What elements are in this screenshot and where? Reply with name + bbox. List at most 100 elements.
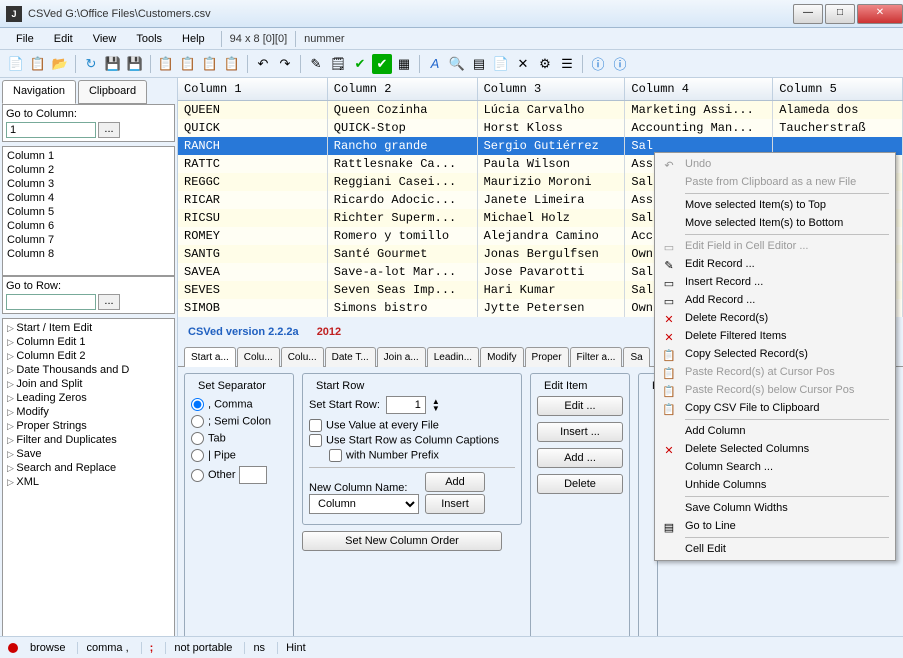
grid-cell[interactable]: Richter Superm... xyxy=(328,209,478,227)
action-tree[interactable]: Start / Item EditColumn Edit 1Column Edi… xyxy=(2,318,175,650)
column-list-item[interactable]: Column 1 xyxy=(5,149,172,163)
refresh-icon[interactable]: ↻ xyxy=(81,54,101,74)
menu-edit[interactable]: Edit xyxy=(46,31,81,47)
bottom-tab[interactable]: Leadin... xyxy=(427,347,479,367)
startrow-input[interactable] xyxy=(386,396,426,414)
ctx-move-bottom[interactable]: Move selected Item(s) to Bottom xyxy=(657,214,893,232)
grid-cell[interactable]: Horst Kloss xyxy=(478,119,626,137)
grid-cell[interactable]: RICAR xyxy=(178,191,328,209)
delete-button[interactable]: Delete xyxy=(537,474,623,494)
doc-icon[interactable]: 📄 xyxy=(491,54,511,74)
set-column-order-button[interactable]: Set New Column Order xyxy=(302,531,502,551)
ctx-delete-columns[interactable]: ✕Delete Selected Columns xyxy=(657,440,893,458)
gear-icon[interactable]: ⚙ xyxy=(535,54,555,74)
grid-cell[interactable]: Jose Pavarotti xyxy=(478,263,626,281)
help-icon[interactable]: ⓘ xyxy=(588,54,608,74)
grid-cell[interactable]: REGGC xyxy=(178,173,328,191)
ctx-delete-records[interactable]: ✕Delete Record(s) xyxy=(657,309,893,327)
tool4-icon[interactable]: 📋 xyxy=(222,54,242,74)
tab-clipboard[interactable]: Clipboard xyxy=(78,80,147,104)
grid-header-cell[interactable]: Column 1 xyxy=(178,78,328,100)
grid-cell[interactable]: Paula Wilson xyxy=(478,155,626,173)
check-icon[interactable]: ✔ xyxy=(350,54,370,74)
grid-cell[interactable]: Ricardo Adocic... xyxy=(328,191,478,209)
edit-icon[interactable]: ✎ xyxy=(306,54,326,74)
bottom-tab[interactable]: Filter a... xyxy=(570,347,623,367)
search-icon[interactable]: 🔍 xyxy=(447,54,467,74)
column-list-item[interactable]: Column 4 xyxy=(5,191,172,205)
tree-item[interactable]: Column Edit 2 xyxy=(5,349,172,363)
bottom-tab[interactable]: Colu... xyxy=(237,347,280,367)
sep-other[interactable]: Other xyxy=(191,464,287,486)
minimize-button[interactable]: — xyxy=(793,4,823,24)
add-column-button[interactable]: Add xyxy=(425,472,485,492)
tree-item[interactable]: Date Thousands and D xyxy=(5,363,172,377)
bottom-tab[interactable]: Modify xyxy=(480,347,523,367)
tree-item[interactable]: Modify xyxy=(5,405,172,419)
column-list-item[interactable]: Column 5 xyxy=(5,205,172,219)
ctx-cell-edit[interactable]: Cell Edit xyxy=(657,540,893,558)
bottom-tab[interactable]: Proper xyxy=(525,347,569,367)
copy-icon[interactable]: 📋 xyxy=(28,54,48,74)
grid-cell[interactable]: Jytte Petersen xyxy=(478,299,626,317)
grid-header-cell[interactable]: Column 2 xyxy=(328,78,478,100)
tree-item[interactable]: Join and Split xyxy=(5,377,172,391)
tree-item[interactable]: Proper Strings xyxy=(5,419,172,433)
sep-semi[interactable]: ; Semi Colon xyxy=(191,413,287,430)
ctx-add-column[interactable]: Add Column xyxy=(657,422,893,440)
tree-item[interactable]: Save xyxy=(5,447,172,461)
grid-cell[interactable]: Rancho grande xyxy=(328,137,478,155)
grid-cell[interactable]: Save-a-lot Mar... xyxy=(328,263,478,281)
sep-other-input[interactable] xyxy=(239,466,267,484)
table-row[interactable]: QUEENQueen CozinhaLúcia CarvalhoMarketin… xyxy=(178,101,903,119)
grid-cell[interactable]: Lúcia Carvalho xyxy=(478,101,626,119)
font-icon[interactable]: A xyxy=(425,54,445,74)
menu-tools[interactable]: Tools xyxy=(128,31,170,47)
sep-tab[interactable]: Tab xyxy=(191,430,287,447)
settings-icon[interactable]: ✕ xyxy=(513,54,533,74)
bottom-tab[interactable]: Join a... xyxy=(377,347,426,367)
goto-column-button[interactable]: ... xyxy=(98,122,120,138)
goto-row-button[interactable]: ... xyxy=(98,294,120,310)
sep-comma[interactable]: , Comma xyxy=(191,396,287,413)
grid-cell[interactable]: RICSU xyxy=(178,209,328,227)
ctx-unhide-columns[interactable]: Unhide Columns xyxy=(657,476,893,494)
tool3-icon[interactable]: 📋 xyxy=(200,54,220,74)
ctx-move-top[interactable]: Move selected Item(s) to Top xyxy=(657,196,893,214)
grid-cell[interactable]: QUICK xyxy=(178,119,328,137)
grid-cell[interactable]: RATTC xyxy=(178,155,328,173)
ctx-copy-csv[interactable]: 📋Copy CSV File to Clipboard xyxy=(657,399,893,417)
grid-cell[interactable]: Accounting Man... xyxy=(625,119,773,137)
save-icon[interactable]: 💾 xyxy=(103,54,123,74)
bottom-tab[interactable]: Date T... xyxy=(325,347,376,367)
ctx-column-search[interactable]: Column Search ... xyxy=(657,458,893,476)
column-list-item[interactable]: Column 8 xyxy=(5,247,172,261)
check2-icon[interactable]: ✔ xyxy=(372,54,392,74)
grid-cell[interactable]: SAVEA xyxy=(178,263,328,281)
grid-cell[interactable]: Santé Gourmet xyxy=(328,245,478,263)
menu-view[interactable]: View xyxy=(85,31,125,47)
tree-item[interactable]: Filter and Duplicates xyxy=(5,433,172,447)
grid-cell[interactable]: Michael Holz xyxy=(478,209,626,227)
bottom-tab[interactable]: Colu... xyxy=(281,347,324,367)
grid-cell[interactable]: Jonas Bergulfsen xyxy=(478,245,626,263)
tree-item[interactable]: Column Edit 1 xyxy=(5,335,172,349)
ctx-save-widths[interactable]: Save Column Widths xyxy=(657,499,893,517)
menu-help[interactable]: Help xyxy=(174,31,213,47)
ctx-edit-record[interactable]: ✎Edit Record ... xyxy=(657,255,893,273)
open-icon[interactable]: 📂 xyxy=(50,54,70,74)
startrow-spinner[interactable]: ▲▼ xyxy=(432,398,440,412)
grid-cell[interactable]: Janete Limeira xyxy=(478,191,626,209)
table-row[interactable]: QUICKQUICK-StopHorst KlossAccounting Man… xyxy=(178,119,903,137)
bottom-tab[interactable]: Sa xyxy=(623,347,649,367)
chk-use-as-captions[interactable]: Use Start Row as Column Captions xyxy=(309,433,515,448)
grid-icon[interactable]: ▦ xyxy=(394,54,414,74)
add-button[interactable]: Add ... xyxy=(537,448,623,468)
about-icon[interactable]: ⓘ xyxy=(610,54,630,74)
bars-icon[interactable]: ☰ xyxy=(557,54,577,74)
grid-cell[interactable]: Alameda dos xyxy=(773,101,903,119)
ctx-add-record[interactable]: ▭Add Record ... xyxy=(657,291,893,309)
grid-cell[interactable]: Rattlesnake Ca... xyxy=(328,155,478,173)
grid-cell[interactable]: Seven Seas Imp... xyxy=(328,281,478,299)
saveas-icon[interactable]: 💾 xyxy=(125,54,145,74)
